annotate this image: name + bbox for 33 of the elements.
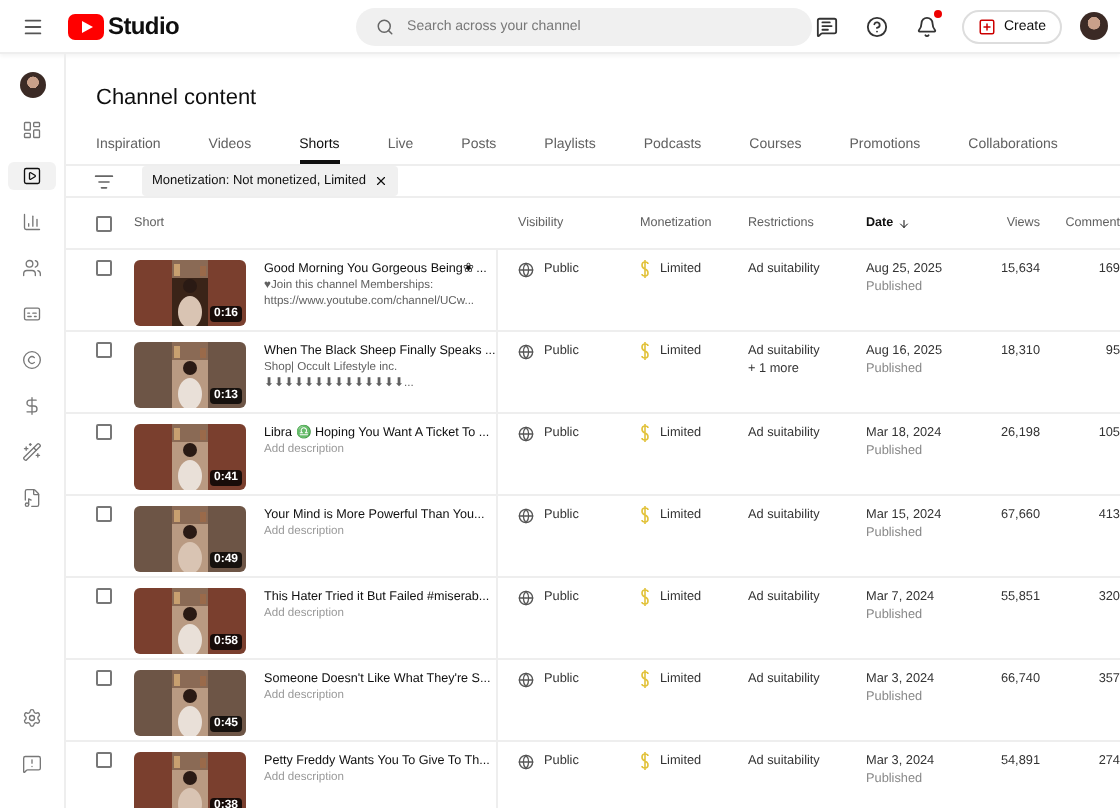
globe-icon <box>518 671 534 687</box>
row-checkbox[interactable] <box>96 670 112 686</box>
page-title: Channel content <box>96 84 259 112</box>
dollar-icon <box>640 752 650 770</box>
dollar-icon <box>640 342 650 360</box>
avatar[interactable] <box>1080 12 1108 40</box>
sort-arrow-icon <box>897 217 910 229</box>
close-icon[interactable] <box>373 174 388 188</box>
row-checkbox[interactable] <box>96 752 112 768</box>
row-checkbox[interactable] <box>96 506 112 522</box>
video-plus-icon <box>977 17 996 35</box>
row-checkbox[interactable] <box>96 260 112 276</box>
dollar-icon <box>640 588 650 606</box>
play-icon[interactable] <box>8 162 56 190</box>
dollar-icon <box>640 670 650 688</box>
globe-icon <box>518 589 534 605</box>
logo-text: Studio <box>108 12 180 40</box>
channel-avatar[interactable] <box>19 72 45 98</box>
logo-icon <box>68 13 104 39</box>
dollar-icon <box>640 260 650 278</box>
globe-icon <box>518 343 534 359</box>
row-checkbox[interactable] <box>96 342 112 358</box>
row-checkbox[interactable] <box>96 588 112 604</box>
globe-icon <box>518 507 534 523</box>
search-icon <box>375 17 394 35</box>
dollar-icon <box>640 424 650 442</box>
globe-icon <box>518 753 534 769</box>
dollar-icon <box>640 506 650 524</box>
globe-icon <box>518 261 534 277</box>
row-checkbox[interactable] <box>96 424 112 440</box>
select-all-checkbox[interactable] <box>96 215 112 231</box>
globe-icon <box>518 425 534 441</box>
filter-icon[interactable] <box>94 171 114 191</box>
